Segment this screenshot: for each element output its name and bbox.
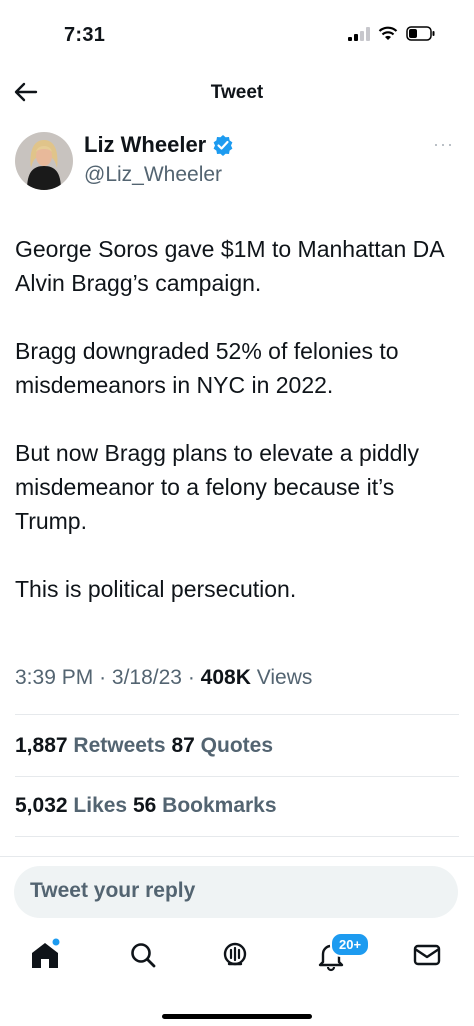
divider xyxy=(15,714,459,715)
more-options-icon[interactable]: ··· xyxy=(433,134,454,155)
messages-icon[interactable] xyxy=(410,938,444,972)
notifications-badge: 20+ xyxy=(330,932,371,957)
author-name-row[interactable]: Liz Wheeler xyxy=(84,132,234,158)
divider xyxy=(15,776,459,777)
avatar[interactable] xyxy=(15,132,73,190)
retweets-count: 1,887 xyxy=(15,734,68,757)
tweet-paragraph: George Soros gave $1M to Manhattan DA Al… xyxy=(15,236,444,296)
likes-count: 5,032 xyxy=(15,794,68,817)
retweets-quotes-row: 1,887 Retweets 87 Quotes xyxy=(15,734,273,758)
quotes-label: Quotes xyxy=(200,734,273,757)
retweets-label: Retweets xyxy=(73,734,166,757)
tweet-text: George Soros gave $1M to Manhattan DA Al… xyxy=(15,232,465,640)
status-bar: 7:31 xyxy=(0,0,474,62)
tweet-date: 3/18/23 xyxy=(111,666,182,689)
search-icon[interactable] xyxy=(126,938,160,972)
likes-label: Likes xyxy=(73,794,128,817)
verified-badge-icon xyxy=(213,135,233,156)
tweet-time: 3:39 PM xyxy=(15,666,94,689)
views-count: 408K xyxy=(200,666,251,689)
tweet-meta: 3:39 PM · 3/18/23 · 408K Views xyxy=(15,666,312,690)
quotes-stat[interactable]: 87 Quotes xyxy=(171,734,273,757)
signal-icon xyxy=(348,26,370,41)
meta-separator: · xyxy=(187,666,195,689)
page-title: Tweet xyxy=(210,82,264,103)
meta-separator: · xyxy=(99,666,107,689)
bookmarks-label: Bookmarks xyxy=(162,794,277,817)
reply-placeholder: Tweet your reply xyxy=(30,879,196,902)
views-label: Views xyxy=(256,666,313,689)
battery-icon xyxy=(406,26,435,41)
author-name[interactable]: Liz Wheeler xyxy=(84,132,206,158)
wifi-icon xyxy=(378,26,398,40)
bookmarks-stat[interactable]: 56 Bookmarks xyxy=(133,794,277,817)
reply-input[interactable]: Tweet your reply xyxy=(14,866,458,918)
divider xyxy=(0,856,474,857)
status-time: 7:31 xyxy=(64,24,106,46)
author-handle[interactable]: @Liz_Wheeler xyxy=(84,163,222,187)
likes-bookmarks-row: 5,032 Likes 56 Bookmarks xyxy=(15,794,277,818)
home-indicator xyxy=(162,1014,312,1019)
spaces-icon[interactable] xyxy=(218,938,252,972)
tweet-paragraph: This is political persecution. xyxy=(15,576,297,602)
bottom-tab-bar xyxy=(0,928,474,988)
tweet-paragraph: Bragg downgraded 52% of felonies to misd… xyxy=(15,338,399,398)
divider xyxy=(15,836,459,837)
bookmarks-count: 56 xyxy=(132,794,157,817)
likes-stat[interactable]: 5,032 Likes xyxy=(15,794,133,817)
tweet-paragraph: But now Bragg plans to elevate a piddly … xyxy=(15,440,420,534)
status-icons xyxy=(348,26,436,41)
retweets-stat[interactable]: 1,887 Retweets xyxy=(15,734,171,757)
home-icon[interactable] xyxy=(28,938,62,972)
quotes-count: 87 xyxy=(171,734,195,757)
top-header: Tweet xyxy=(0,62,474,120)
